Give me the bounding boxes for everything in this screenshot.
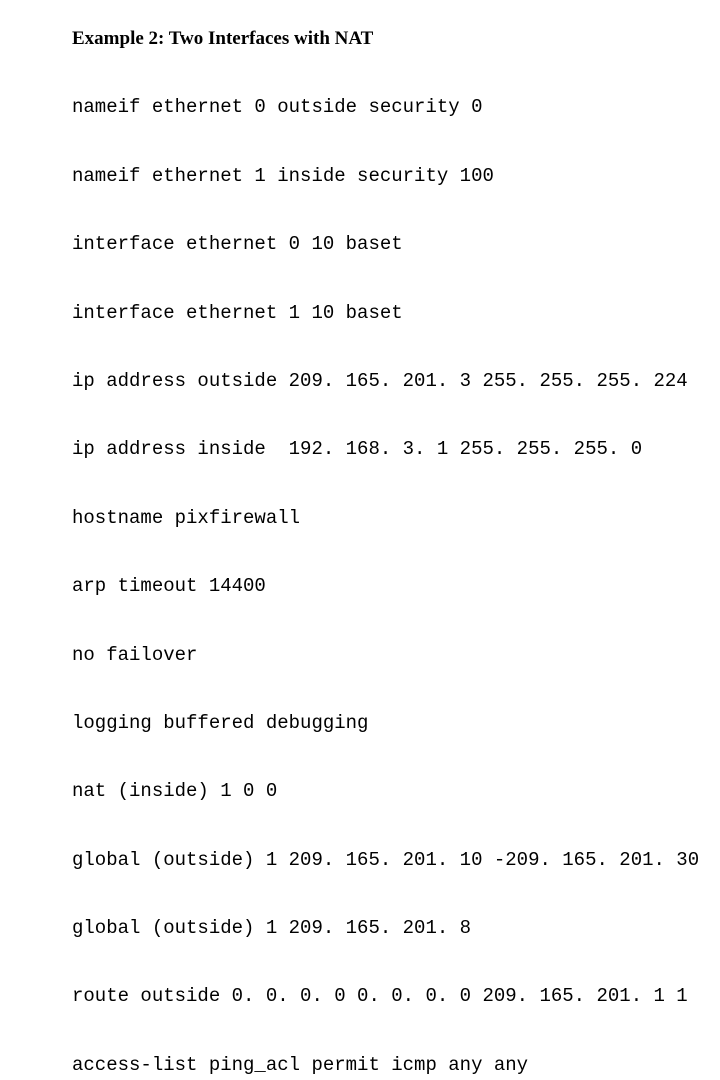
- config-line: nat (inside) 1 0 0: [72, 780, 720, 803]
- page-content: Example 2: Two Interfaces with NAT namei…: [0, 0, 720, 1080]
- config-line: route outside 0. 0. 0. 0 0. 0. 0. 0 209.…: [72, 985, 720, 1008]
- config-block: nameif ethernet 0 outside security 0 nam…: [72, 51, 720, 1080]
- config-line: global (outside) 1 209. 165. 201. 8: [72, 917, 720, 940]
- config-line: ip address inside 192. 168. 3. 1 255. 25…: [72, 438, 720, 461]
- config-line: global (outside) 1 209. 165. 201. 10 -20…: [72, 849, 720, 872]
- example-heading: Example 2: Two Interfaces with NAT: [72, 28, 720, 51]
- config-line: nameif ethernet 1 inside security 100: [72, 165, 720, 188]
- config-line: interface ethernet 1 10 baset: [72, 302, 720, 325]
- config-line: logging buffered debugging: [72, 712, 720, 735]
- config-line: no failover: [72, 644, 720, 667]
- config-line: nameif ethernet 0 outside security 0: [72, 96, 720, 119]
- config-line: hostname pixfirewall: [72, 507, 720, 530]
- config-line: ip address outside 209. 165. 201. 3 255.…: [72, 370, 720, 393]
- config-line: access-list ping_acl permit icmp any any: [72, 1054, 720, 1077]
- config-line: interface ethernet 0 10 baset: [72, 233, 720, 256]
- config-line: arp timeout 14400: [72, 575, 720, 598]
